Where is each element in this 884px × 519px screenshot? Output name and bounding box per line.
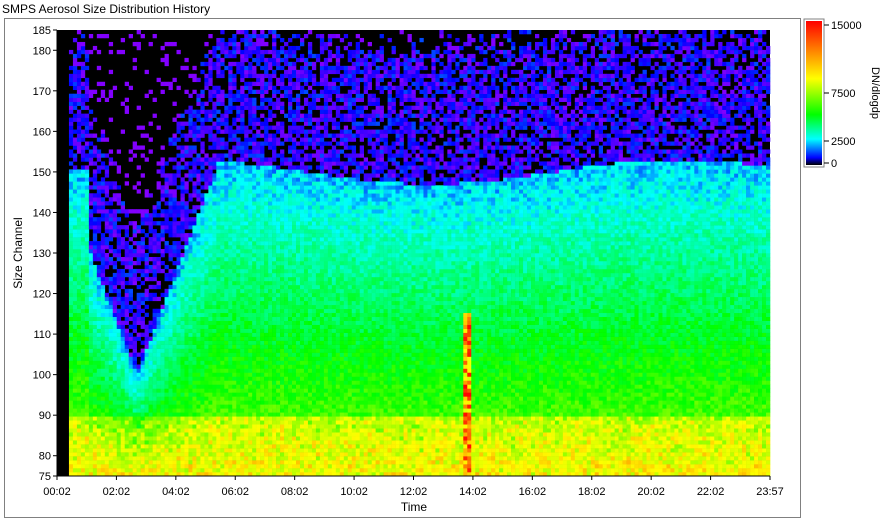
y-axis-ticks: 75 80 90 100 110 120 130 140 150 160 170 180 185 (33, 25, 57, 483)
colorbar (806, 21, 822, 165)
colorbar-tick-label: 7500 (831, 88, 855, 100)
y-tick-label: 150 (33, 167, 51, 179)
y-tick-label: 100 (33, 370, 51, 382)
x-tick-label: 02:02 (103, 486, 131, 498)
x-axis-label: Time (401, 500, 428, 514)
y-tick-label: 130 (33, 248, 51, 260)
x-tick-label: 04:02 (162, 486, 190, 498)
x-tick-label: 00:02 (43, 486, 71, 498)
y-tick-label: 120 (33, 289, 51, 301)
x-tick-label: 18:02 (578, 486, 606, 498)
y-tick-label: 160 (33, 126, 51, 138)
y-axis-label: Size Channel (11, 217, 25, 288)
x-axis-ticks: 00:02 02:02 04:02 06:02 08:02 10:02 12:02 14:02… (43, 476, 784, 498)
x-tick-label: 23:57 (756, 486, 784, 498)
x-tick-label: 16:02 (519, 486, 547, 498)
y-tick-label: 80 (39, 451, 51, 463)
y-tick-label: 140 (33, 207, 51, 219)
x-tick-label: 14:02 (459, 486, 487, 498)
colorbar-label: DN/dlogdp (869, 67, 881, 119)
y-tick-label: 170 (33, 86, 51, 98)
x-tick-label: 08:02 (281, 486, 309, 498)
x-tick-label: 12:02 (400, 486, 428, 498)
colorbar-ticks: 15000 7500 2500 0 (824, 20, 862, 170)
heatmap-chart: 75 80 90 100 110 120 130 140 150 160 170 180 185 00:… (11, 18, 881, 514)
y-tick-label: 185 (33, 25, 51, 37)
y-tick-label: 110 (33, 329, 51, 341)
x-tick-label: 22:02 (697, 486, 725, 498)
x-tick-label: 10:02 (340, 486, 368, 498)
colorbar-tick-label: 2500 (831, 136, 855, 148)
y-tick-label: 180 (33, 45, 51, 57)
y-tick-label: 90 (39, 410, 51, 422)
colorbar-tick-label: 0 (831, 158, 837, 170)
x-tick-label: 20:02 (637, 486, 665, 498)
y-tick-label: 75 (39, 471, 51, 483)
colorbar-tick-label: 15000 (831, 20, 862, 32)
x-tick-label: 06:02 (221, 486, 249, 498)
